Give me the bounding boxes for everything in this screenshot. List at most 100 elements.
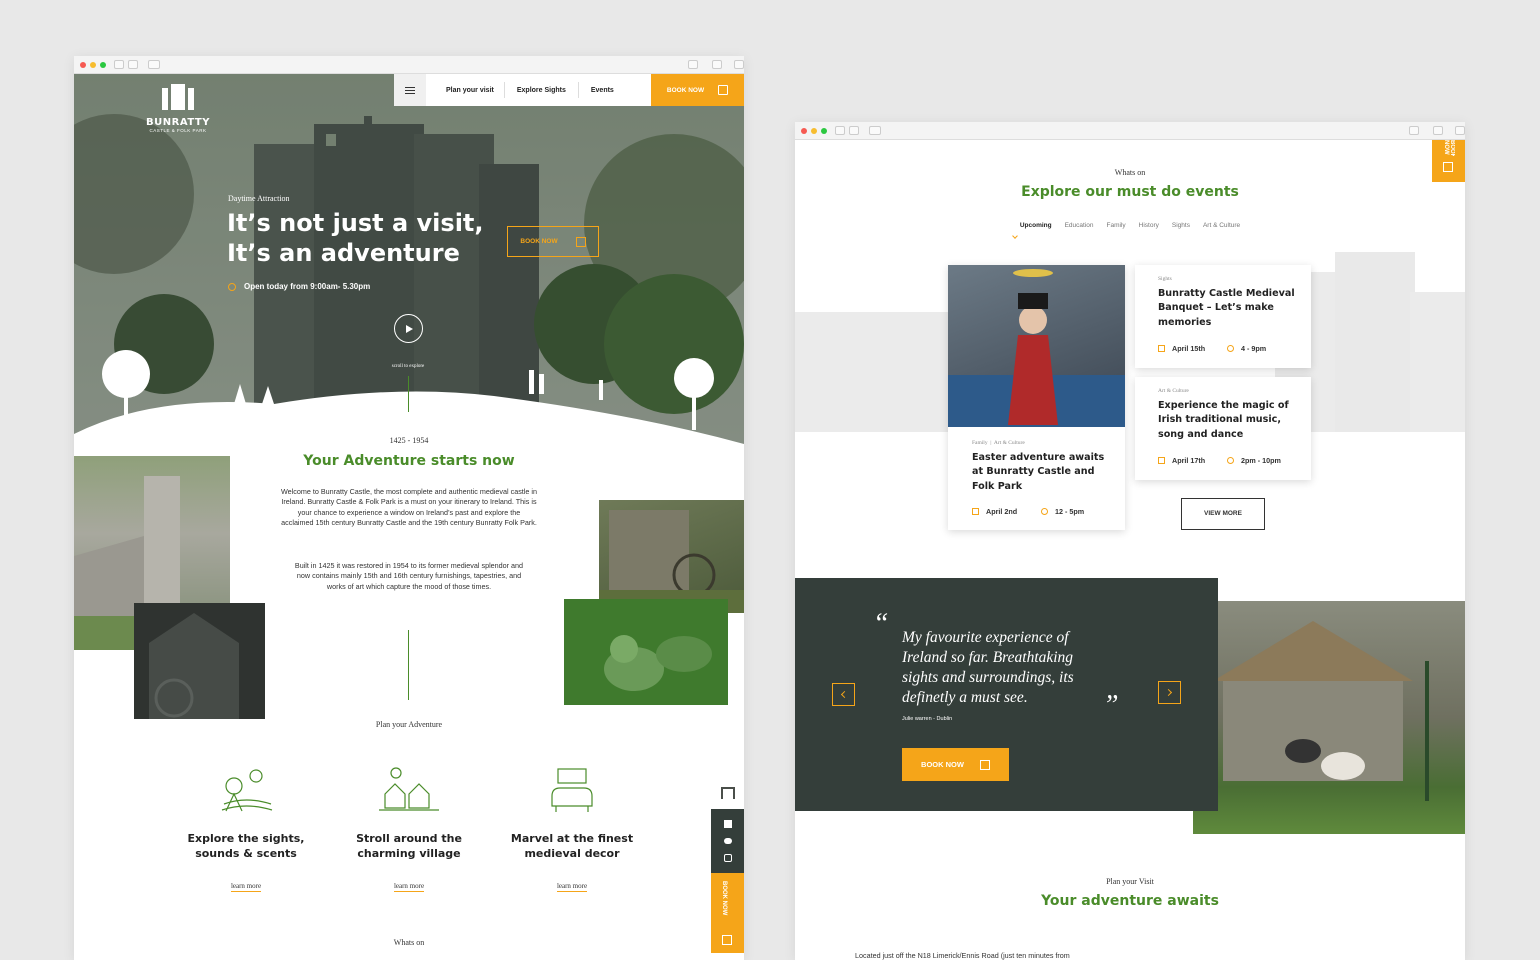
scroll-line	[408, 376, 409, 412]
share-icon[interactable]	[688, 60, 698, 69]
testimonial-book-label: BOOK NOW	[921, 760, 964, 769]
hamburger-icon	[405, 89, 415, 91]
tab-upcoming[interactable]: Upcoming	[1020, 222, 1052, 229]
tab-history[interactable]: History	[1139, 222, 1159, 229]
hero-book-now-button[interactable]: BOOK NOW	[507, 226, 599, 257]
tabs-icon[interactable]	[1433, 126, 1443, 135]
hero-section: BUNRATTY CASTLE & FOLK PARK Plan your vi…	[74, 74, 744, 474]
intro-years: 1425 - 1954	[389, 436, 429, 445]
forward-icon[interactable]	[128, 60, 138, 69]
back-icon[interactable]	[835, 126, 845, 135]
sidebar-toggle-icon[interactable]	[869, 126, 881, 135]
forward-icon[interactable]	[849, 126, 859, 135]
event-tabs: Upcoming Education Family History Sights…	[995, 222, 1265, 229]
plan-label: Plan your Adventure	[375, 720, 443, 729]
facebook-icon[interactable]	[723, 820, 732, 828]
event-card-music[interactable]: Art & Culture Experience the magic of Ir…	[1135, 377, 1311, 480]
corner-book-label: BOOK NOW	[1443, 140, 1455, 156]
close-dot[interactable]	[801, 128, 807, 134]
testimonial-quote-line3: sights and surroundings, its	[902, 669, 1074, 686]
share-icon[interactable]	[1409, 126, 1419, 135]
event-card-cats: Family | Art & Culture	[972, 440, 1025, 446]
calendar-icon	[718, 85, 729, 95]
side-logo-button[interactable]	[711, 776, 744, 809]
landscape-icon	[221, 769, 273, 812]
minimize-dot[interactable]	[811, 128, 817, 134]
instagram-icon[interactable]	[723, 854, 732, 862]
nav-explore-sights[interactable]: Explore Sights	[505, 87, 578, 94]
close-dot[interactable]	[80, 62, 86, 68]
castle-logo-icon	[162, 84, 194, 110]
play-video-button[interactable]	[394, 314, 423, 343]
testimonial-prev-button[interactable]	[832, 683, 855, 706]
zoom-dot[interactable]	[100, 62, 106, 68]
browser-chrome	[74, 56, 744, 74]
hero-title-line2: It’s an adventure	[227, 239, 460, 267]
nav-plan-visit[interactable]: Plan your visit	[426, 87, 504, 94]
intro-divider-line	[408, 630, 409, 700]
feature-decor-title-2: medieval decor	[524, 847, 620, 860]
back-icon[interactable]	[114, 60, 124, 69]
calendar-icon	[1158, 457, 1165, 464]
tab-family[interactable]: Family	[1107, 222, 1126, 229]
browser-window-home: BUNRATTY CASTLE & FOLK PARK Plan your vi…	[74, 56, 744, 960]
site-logo[interactable]: BUNRATTY CASTLE & FOLK PARK	[142, 82, 214, 133]
event-cat-family: Family	[972, 440, 988, 446]
testimonial-panel: “ My favourite experience of Ireland so …	[795, 578, 1218, 811]
scroll-hint[interactable]: scroll to explore	[358, 364, 458, 369]
menu-button[interactable]	[394, 74, 426, 106]
tabs-icon[interactable]	[712, 60, 722, 69]
browser-window-events: BOOK NOW Whats on Explore our must do ev…	[795, 122, 1465, 960]
tab-sights[interactable]: Sights	[1172, 222, 1190, 229]
castle-logo-icon	[720, 786, 735, 799]
calendar-icon	[1443, 162, 1453, 172]
testimonial-quote-line1: My favourite experience of	[902, 629, 1069, 646]
event-photo-performer	[948, 265, 1125, 427]
side-book-now-button[interactable]: BOOK NOW	[711, 873, 744, 953]
tab-education[interactable]: Education	[1065, 222, 1094, 229]
nav-book-now-button[interactable]: BOOK NOW	[651, 74, 744, 106]
feature-decor-learn-more[interactable]: learn more	[556, 882, 588, 892]
feature-explore-learn-more[interactable]: learn more	[230, 882, 262, 892]
new-tab-icon[interactable]	[1455, 126, 1465, 135]
feature-explore-title-2: sounds & scents	[195, 847, 297, 860]
calendar-icon	[972, 508, 979, 515]
testimonial-book-now-button[interactable]: BOOK NOW	[902, 748, 1009, 781]
hero-book-label: BOOK NOW	[520, 238, 558, 245]
side-book-label: BOOK NOW	[721, 881, 727, 916]
sidebar-toggle-icon[interactable]	[148, 60, 160, 69]
feature-medieval-decor: Marvel at the finest medieval decor lear…	[502, 766, 642, 893]
testimonial-next-button[interactable]	[1158, 681, 1181, 704]
feature-explore-sights: Explore the sights, sounds & scents lear…	[176, 766, 316, 893]
event-card-banquet[interactable]: Sights Bunratty Castle Medieval Banquet …	[1135, 265, 1311, 368]
twitter-icon[interactable]	[723, 838, 732, 844]
photo-cottage-wheel	[599, 500, 744, 613]
calendar-icon	[979, 759, 990, 770]
nav-events[interactable]: Events	[579, 87, 626, 94]
calendar-icon	[575, 236, 586, 247]
feature-explore-title-1: Explore the sights,	[187, 832, 305, 845]
furniture-icon	[551, 768, 593, 812]
feature-stroll-title-2: charming village	[357, 847, 461, 860]
minimize-dot[interactable]	[90, 62, 96, 68]
new-tab-icon[interactable]	[734, 60, 744, 69]
feature-stroll-learn-more[interactable]: learn more	[393, 882, 425, 892]
testimonial-author: Julie warren - Dublin	[902, 716, 953, 722]
clock-icon	[1227, 345, 1234, 352]
photo-dogs-green	[564, 599, 728, 705]
events-kicker: Whats on	[1114, 168, 1146, 177]
tab-art-culture[interactable]: Art & Culture	[1203, 222, 1240, 229]
event-card-date: April 17th	[1172, 456, 1206, 465]
event-card-easter[interactable]: Family | Art & Culture Easter adventure …	[948, 265, 1125, 530]
view-more-button[interactable]: VIEW MORE	[1181, 498, 1265, 530]
cat-separator: |	[988, 440, 993, 446]
chevron-right-icon	[1164, 688, 1173, 697]
event-cat-sights: Sights	[1158, 276, 1172, 282]
corner-book-now-button[interactable]: BOOK NOW	[1432, 140, 1465, 182]
calendar-icon	[1158, 345, 1165, 352]
event-card-time: 4 - 9pm	[1241, 344, 1267, 353]
event-card-date: April 15th	[1172, 344, 1206, 353]
zoom-dot[interactable]	[821, 128, 827, 134]
event-card-title: Bunratty Castle Medieval Banquet – Let’s…	[1158, 288, 1295, 328]
hero-photo-castle	[74, 74, 744, 474]
